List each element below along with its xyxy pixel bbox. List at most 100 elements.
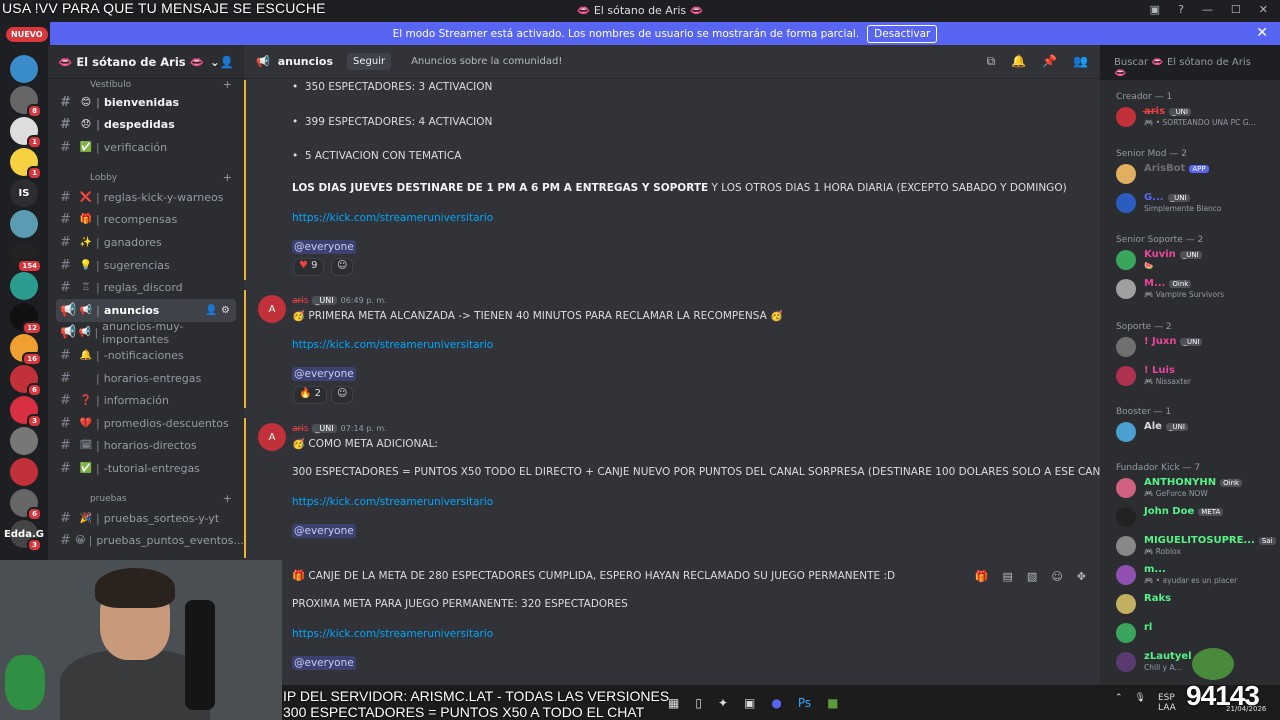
message-author[interactable]: a̶r̶i̶s _UNI 07:14 p. m. — [292, 424, 387, 434]
add-reaction-button[interactable]: ☺ — [331, 386, 354, 404]
member-item[interactable]: M... Oink 🎮 Vampire Survivors — [1116, 276, 1274, 302]
server-header[interactable]: 👄 El sótano de Aris 👄 ⌄ 👤 — [48, 45, 244, 79]
channel-pruebas-sorteos-y-yt[interactable]: # 🎉 | pruebas_sorteos-y-yt — [48, 507, 244, 530]
server-icon[interactable]: 154 — [10, 241, 42, 273]
member-item[interactable]: MIGUELITOSUPRE... Sai 🎮 Roblox — [1116, 533, 1276, 559]
channel-sugerencias[interactable]: # 💡 | sugerencias — [48, 254, 244, 277]
invite-icon[interactable]: 👤 — [220, 55, 234, 69]
server-icon[interactable] — [10, 210, 38, 238]
channel-horarios-directos[interactable]: # 🗓 | horarios-directos — [48, 435, 244, 458]
member-item[interactable]: rl — [1116, 620, 1274, 646]
language-indicator[interactable]: ESP LAA — [1158, 693, 1176, 713]
channel-tutorial-entregas[interactable]: # ✅ | -tutorial-entregas — [48, 457, 244, 480]
member-item[interactable]: Ale _UNI — [1116, 419, 1274, 445]
photoshop-icon[interactable]: Ps — [798, 696, 811, 710]
server-icon[interactable]: 8 — [10, 86, 42, 118]
search-input[interactable]: Buscar 👄 El sótano de Aris 👄 — [1108, 52, 1272, 79]
channel-informaci-n[interactable]: # ❓ | información — [48, 389, 244, 412]
draft-link[interactable]: https://kick.com/streameruniversitario — [292, 628, 493, 640]
mic-icon[interactable]: 🎙 — [1135, 693, 1146, 713]
message-link[interactable]: https://kick.com/streameruniversitario — [292, 496, 493, 508]
message-link[interactable]: https://kick.com/streameruniversitario — [292, 212, 493, 224]
reaction-heart[interactable]: ♥ 9 — [293, 258, 324, 276]
draft-line[interactable]: 🎁 CANJE DE LA META DE 280 ESPECTADORES C… — [292, 569, 895, 582]
server-icon[interactable]: 6 — [10, 365, 42, 397]
channel-horarios-entregas[interactable]: # | horarios-entregas — [48, 367, 244, 390]
server-icon[interactable]: 6 — [10, 489, 42, 521]
apps-icon[interactable]: ✥ — [1077, 570, 1086, 583]
channel-verificaci-n[interactable]: # ✅ | verificación — [48, 136, 244, 159]
channel-notificaciones[interactable]: # 🔔 | -notificaciones — [48, 344, 244, 367]
channel-despedidas[interactable]: # 😞 | despedidas — [48, 114, 244, 137]
everyone-mention[interactable]: @everyone — [292, 524, 356, 538]
sticker-icon[interactable]: ▧ — [1027, 570, 1037, 583]
channel-promedios-descuentos[interactable]: # 💔 | promedios-descuentos — [48, 412, 244, 435]
message-link[interactable]: https://kick.com/streameruniversitario — [292, 339, 493, 351]
category-pruebas[interactable]: pruebas + — [48, 492, 244, 506]
channel-recompensas[interactable]: # 🎁 | recompensas — [48, 209, 244, 232]
deactivate-button[interactable]: Desactivar — [867, 24, 938, 43]
add-reaction-button[interactable]: ☺ — [331, 258, 354, 276]
member-item[interactable]: ANTHONYHN Oink 🎮 GeForce NOW — [1116, 475, 1274, 501]
server-icon[interactable] — [10, 272, 38, 300]
server-icon[interactable]: 12 — [10, 303, 42, 335]
server-icon[interactable] — [10, 458, 38, 486]
maximize-icon[interactable]: ☐ — [1231, 3, 1241, 16]
server-icon[interactable]: 16 — [10, 334, 42, 366]
file-icon[interactable]: ▯ — [695, 696, 702, 710]
channel-anuncios[interactable]: 📢 📢 | anuncios 👤 ⚙ — [56, 298, 236, 322]
channel-bienvenidas[interactable]: # 😊 | bienvenidas — [48, 91, 244, 114]
member-item[interactable]: Kuvin _UNI 🍉 — [1116, 247, 1274, 273]
server-icon[interactable]: 1 — [10, 117, 42, 149]
discord-icon[interactable]: ● — [771, 696, 781, 710]
member-item[interactable]: m... 🎮 • ayudar es un placer — [1116, 562, 1274, 588]
help-icon[interactable]: ? — [1178, 3, 1184, 16]
emoji-icon[interactable]: ☺ — [1051, 570, 1062, 583]
member-item[interactable]: John Doe META — [1116, 504, 1274, 530]
threads-icon[interactable]: ⧉ — [987, 54, 996, 69]
channel-reglas-discord[interactable]: # ♖ | reglas_discord — [48, 276, 244, 299]
bell-icon[interactable]: 🔔 — [1011, 54, 1026, 69]
add-channel-icon[interactable]: + — [223, 78, 232, 91]
tray-arrow-icon[interactable]: ⌃ — [1115, 693, 1123, 713]
draft-mention[interactable]: @everyone — [292, 656, 356, 670]
member-item[interactable]: Raks — [1116, 591, 1274, 617]
store-icon[interactable]: ▣ — [744, 696, 755, 710]
gift-icon[interactable]: 🎁 — [975, 570, 989, 583]
everyone-mention[interactable]: @everyone — [292, 367, 356, 381]
member-item[interactable]: ! Luis 🎮 Nissaxter — [1116, 363, 1274, 389]
channel-reglas-kick-y-warneos[interactable]: # ❌ | reglas-kick-y-warneos — [48, 186, 244, 209]
server-icon[interactable]: 1 — [10, 148, 42, 180]
inbox-icon[interactable]: ▣ — [1150, 3, 1160, 16]
member-item[interactable]: ArisBot APP — [1116, 161, 1274, 187]
add-channel-icon[interactable]: + — [223, 171, 232, 184]
category-lobby[interactable]: Lobby + — [48, 171, 244, 185]
member-item[interactable]: ! Juxn _UNI — [1116, 334, 1274, 360]
gif-icon[interactable]: ▤ — [1003, 570, 1013, 583]
avatar[interactable]: A — [258, 423, 286, 451]
draft-line[interactable]: PROXIMA META PARA JUEGO PERMANENTE: 320 … — [292, 598, 628, 610]
members-icon[interactable]: 👥 — [1073, 54, 1088, 69]
pin-icon[interactable]: 📌 — [1042, 54, 1057, 69]
everyone-mention[interactable]: @everyone — [292, 240, 356, 254]
server-icon[interactable]: Edda.G 3 — [4, 520, 44, 552]
channel-pruebas-puntos-eventos[interactable]: # 😀 | pruebas_puntos_eventos... — [48, 530, 244, 553]
member-item[interactable]: G... _UNI Simplemente Blanco — [1116, 190, 1274, 216]
channel-anuncios-muy-importantes[interactable]: 📢 📢 | anuncios-muy-importantes — [48, 320, 244, 346]
avatar[interactable]: A — [258, 295, 286, 323]
add-channel-icon[interactable]: + — [223, 492, 232, 505]
server-icon[interactable] — [10, 427, 38, 455]
channel-settings-icon[interactable]: 👤 ⚙ — [205, 305, 230, 316]
close-icon[interactable]: ✕ — [1259, 3, 1268, 16]
category-vestibulo[interactable]: Vestíbulo + — [48, 78, 244, 92]
banner-close-icon[interactable]: ✕ — [1256, 25, 1268, 41]
member-item[interactable]: a̶r̶i̶s _UNI 🎮 • SORTEANDO UNA PC G... — [1116, 104, 1274, 130]
server-icon[interactable]: IS — [10, 179, 38, 207]
follow-button[interactable]: Seguir — [347, 53, 392, 70]
minecraft-icon[interactable]: ■ — [827, 696, 838, 710]
server-icon[interactable]: 3 — [10, 396, 42, 428]
app-icon[interactable]: ▦ — [668, 696, 679, 710]
teams-icon[interactable]: ✦ — [718, 696, 728, 710]
minimize-icon[interactable]: — — [1202, 3, 1213, 16]
message-author[interactable]: a̶r̶i̶s _UNI 06:49 p. m. — [292, 296, 387, 306]
